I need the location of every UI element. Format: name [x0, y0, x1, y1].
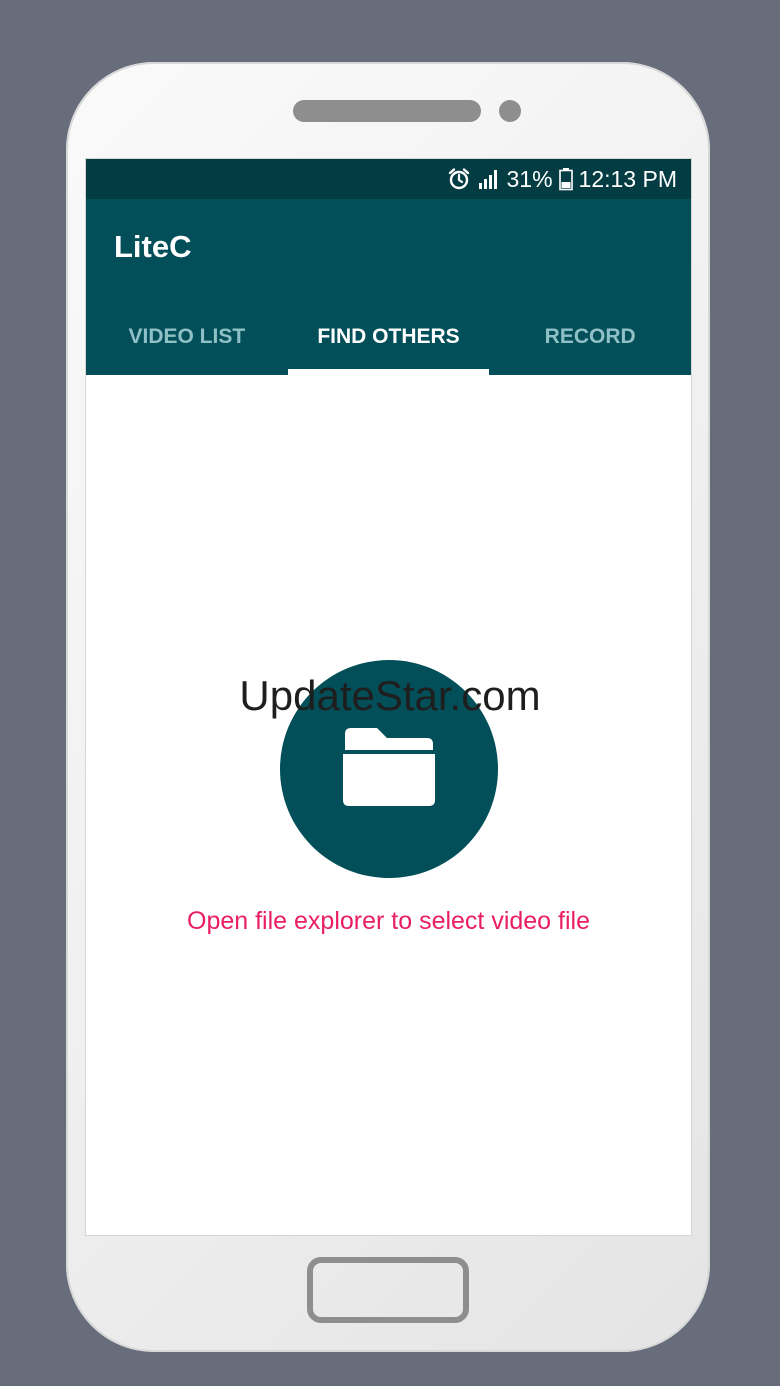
status-right: 31% 12:13 PM	[447, 159, 677, 199]
tab-find-others[interactable]: FIND OTHERS	[287, 299, 490, 375]
phone-screen: 31% 12:13 PM LiteC VIDEO LIST FIND OTHER…	[85, 158, 692, 1236]
tab-record[interactable]: RECORD	[489, 299, 691, 375]
phone-camera	[499, 100, 521, 122]
alarm-icon	[447, 167, 471, 191]
status-time: 12:13 PM	[578, 165, 677, 192]
status-bar: 31% 12:13 PM	[86, 159, 691, 199]
phone-frame: 31% 12:13 PM LiteC VIDEO LIST FIND OTHER…	[66, 62, 710, 1352]
folder-icon	[341, 726, 437, 813]
home-button[interactable]	[307, 1257, 469, 1323]
app-bar: LiteC VIDEO LIST FIND OTHERS RECORD	[86, 199, 691, 375]
open-file-hint: Open file explorer to select video file	[187, 907, 590, 935]
battery-icon	[558, 167, 573, 191]
battery-percent: 31%	[506, 165, 553, 192]
open-file-explorer-button[interactable]	[280, 660, 498, 878]
signal-icon	[477, 168, 501, 190]
phone-speaker	[293, 100, 481, 122]
tab-video-list[interactable]: VIDEO LIST	[86, 299, 288, 375]
app-title: LiteC	[114, 229, 192, 264]
screenshot-stage: 31% 12:13 PM LiteC VIDEO LIST FIND OTHER…	[0, 0, 780, 1386]
tab-bar: VIDEO LIST FIND OTHERS RECORD	[86, 299, 691, 375]
content-area: Open file explorer to select video file	[86, 375, 691, 1235]
